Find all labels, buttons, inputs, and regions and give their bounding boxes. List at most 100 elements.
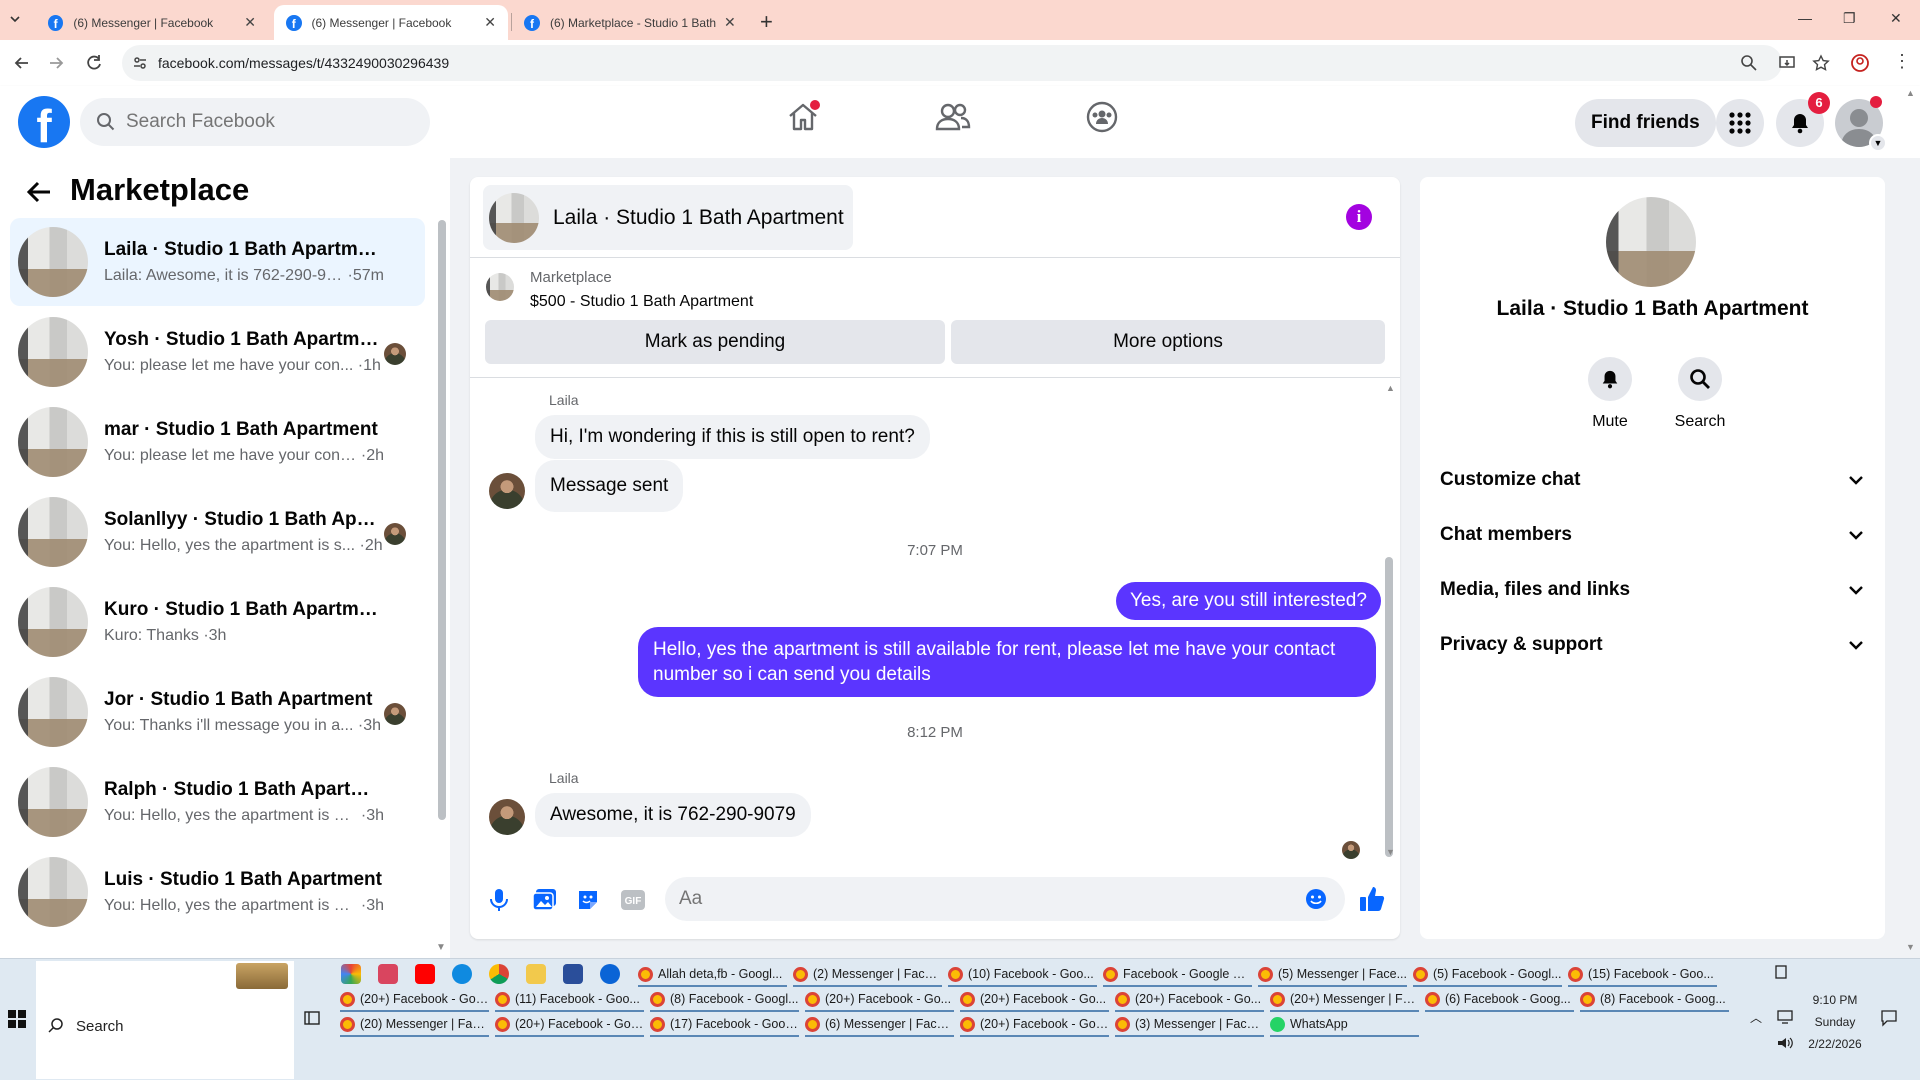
site-settings-icon[interactable] [132, 55, 148, 71]
conversation-item[interactable]: Yosh · Studio 1 Bath Apartment You: pleas… [10, 308, 425, 396]
conversation-item[interactable]: Kuro · Studio 1 Bath Apartment Kuro: Than… [10, 578, 425, 666]
taskbar-window-button[interactable]: (11) Facebook - Goo... [495, 987, 644, 1011]
sidebar-scrollbar[interactable] [438, 220, 446, 820]
taskbar-window-button[interactable]: (20+) Facebook - Go... [805, 987, 954, 1011]
incoming-message[interactable]: Hi, I'm wondering if this is still open … [535, 415, 930, 459]
reload-icon[interactable] [84, 53, 104, 73]
conversation-item[interactable]: Ralph · Studio 1 Bath Apartment You: Hell… [10, 758, 425, 846]
taskbar-window-button[interactable]: (8) Facebook - Googl... [650, 987, 799, 1011]
pinned-app-icon[interactable] [378, 964, 398, 984]
taskbar-window-button[interactable]: (8) Facebook - Goog... [1580, 987, 1729, 1011]
thumbs-up-icon[interactable] [1358, 885, 1386, 913]
taskbar-window-button[interactable]: (10) Facebook - Goo... [948, 962, 1097, 986]
microphone-icon[interactable] [488, 888, 510, 912]
show-hidden-icons-icon[interactable]: ︿ [1750, 1009, 1762, 1026]
taskbar-search-box[interactable]: Search [36, 961, 294, 1079]
friends-icon[interactable] [935, 100, 971, 134]
info-icon[interactable]: i [1346, 204, 1372, 230]
system-tray-icon[interactable] [1774, 964, 1788, 980]
mute-action[interactable]: Mute [1570, 357, 1650, 431]
task-view-icon[interactable] [303, 1009, 321, 1027]
youtube-icon[interactable] [415, 964, 435, 984]
search-in-conversation-action[interactable]: Search [1660, 357, 1740, 431]
menu-grid-button[interactable] [1716, 99, 1764, 147]
message-input[interactable] [679, 877, 1279, 921]
close-tab-icon[interactable]: ✕ [724, 14, 736, 31]
mark-as-pending-button[interactable]: Mark as pending [485, 320, 945, 364]
restore-icon[interactable]: ❐ [1843, 10, 1856, 27]
taskbar-window-button[interactable]: WhatsApp [1270, 1012, 1419, 1036]
sticker-icon[interactable] [576, 888, 600, 912]
chat-members-section[interactable]: Chat members [1440, 524, 1865, 546]
outgoing-message[interactable]: Hello, yes the apartment is still availa… [638, 627, 1376, 697]
more-options-button[interactable]: More options [951, 320, 1385, 364]
notification-center-icon[interactable] [1880, 1009, 1898, 1027]
emoji-icon[interactable] [1305, 888, 1327, 910]
omnibox[interactable]: facebook.com/messages/t/4332490030296439 [122, 45, 1830, 81]
taskbar-window-button[interactable]: Facebook - Google C... [1103, 962, 1252, 986]
conversation-item[interactable]: Jor · Studio 1 Bath Apartment You: Thanks… [10, 668, 425, 756]
forward-arrow-icon[interactable] [46, 53, 66, 73]
account-chevron-icon[interactable]: ▼ [1869, 134, 1887, 152]
volume-icon[interactable] [1776, 1035, 1794, 1051]
find-friends-button[interactable]: Find friends [1575, 99, 1716, 147]
taskbar-window-button[interactable]: Allah deta,fb - Googl... [638, 962, 787, 986]
conversation-item[interactable]: mar · Studio 1 Bath Apartment You: please… [10, 398, 425, 486]
store-icon[interactable] [563, 964, 583, 984]
page-scroll-down-arrow-icon[interactable]: ▼ [1906, 942, 1915, 952]
facebook-search-box[interactable] [80, 98, 430, 146]
close-tab-icon[interactable]: ✕ [484, 14, 496, 31]
windows-start-icon[interactable] [8, 1010, 26, 1028]
browser-tab-2[interactable]: f (6) Messenger | Facebook ✕ [274, 5, 508, 40]
sender-avatar[interactable] [489, 799, 525, 835]
chat-scrollbar[interactable] [1385, 557, 1393, 857]
taskbar-window-button[interactable]: (15) Facebook - Goo... [1568, 962, 1717, 986]
chat-header[interactable]: Laila · Studio 1 Bath Apartment [483, 185, 853, 250]
back-arrow-icon[interactable] [12, 53, 32, 73]
taskbar-window-button[interactable]: (5) Facebook - Googl... [1413, 962, 1562, 986]
browser-menu-icon[interactable]: ⋮ [1893, 51, 1911, 72]
copilot-icon[interactable] [341, 964, 361, 984]
scroll-up-arrow-icon[interactable]: ▲ [1386, 383, 1395, 393]
sender-avatar[interactable] [489, 473, 525, 509]
taskbar-window-button[interactable]: (20+) Facebook - Goo... [495, 1012, 644, 1036]
scroll-down-arrow-icon[interactable]: ▼ [436, 942, 446, 953]
taskbar-window-button[interactable]: (20+) Facebook - Goo... [960, 1012, 1109, 1036]
taskbar-window-button[interactable]: (2) Messenger | Faceb... [793, 962, 942, 986]
new-tab-icon[interactable]: + [760, 9, 773, 35]
back-arrow-icon[interactable] [26, 180, 52, 204]
taskbar-clock[interactable]: 9:10 PM Sunday 2/22/2026 [1800, 989, 1870, 1055]
facebook-logo[interactable]: f [18, 96, 70, 148]
conversation-item[interactable]: Solanllyy · Studio 1 Bath Apart... You: H… [10, 488, 425, 576]
close-tab-icon[interactable]: ✕ [244, 14, 256, 31]
privacy-support-section[interactable]: Privacy & support [1440, 634, 1865, 656]
facebook-search-input[interactable] [126, 111, 416, 133]
tab-list-chevron-icon[interactable] [8, 12, 22, 26]
taskbar-window-button[interactable]: (5) Messenger | Face... [1258, 962, 1407, 986]
browser-tab-3[interactable]: f (6) Marketplace - Studio 1 Bath ✕ [512, 5, 748, 40]
taskbar-window-button[interactable]: (20+) Facebook - Go... [960, 987, 1109, 1011]
network-icon[interactable] [1776, 1009, 1794, 1025]
minimize-icon[interactable]: — [1798, 10, 1812, 26]
browser-tab-1[interactable]: f (6) Messenger | Facebook ✕ [36, 5, 268, 40]
scroll-down-arrow-icon[interactable]: ▼ [1386, 847, 1395, 857]
conversation-item[interactable]: Luis · Studio 1 Bath Apartment You: Hello… [10, 848, 425, 936]
incoming-message[interactable]: Message sent [535, 460, 684, 512]
incoming-message[interactable]: Awesome, it is 762-290-9079 [535, 793, 811, 837]
conversation-item[interactable]: Laila · Studio 1 Bath Apartment Laila: Aw… [10, 218, 425, 306]
taskbar-window-button[interactable]: (20+) Facebook - Goo... [340, 987, 489, 1011]
profile-icon[interactable] [1850, 53, 1870, 73]
chrome-icon[interactable] [489, 964, 509, 984]
customize-chat-section[interactable]: Customize chat [1440, 469, 1865, 491]
taskbar-window-button[interactable]: (3) Messenger | Faceb... [1115, 1012, 1264, 1036]
edge-icon[interactable] [452, 964, 472, 984]
file-explorer-icon[interactable] [526, 964, 546, 984]
media-files-links-section[interactable]: Media, files and links [1440, 579, 1865, 601]
photo-icon[interactable] [532, 888, 558, 912]
page-scroll-up-arrow-icon[interactable]: ▲ [1906, 88, 1915, 98]
url-text[interactable]: facebook.com/messages/t/4332490030296439 [158, 55, 449, 71]
taskbar-window-button[interactable]: (20+) Messenger | Fa... [1270, 987, 1419, 1011]
message-composer[interactable] [665, 877, 1345, 921]
close-window-icon[interactable]: ✕ [1890, 10, 1902, 27]
groups-icon[interactable] [1085, 100, 1119, 134]
